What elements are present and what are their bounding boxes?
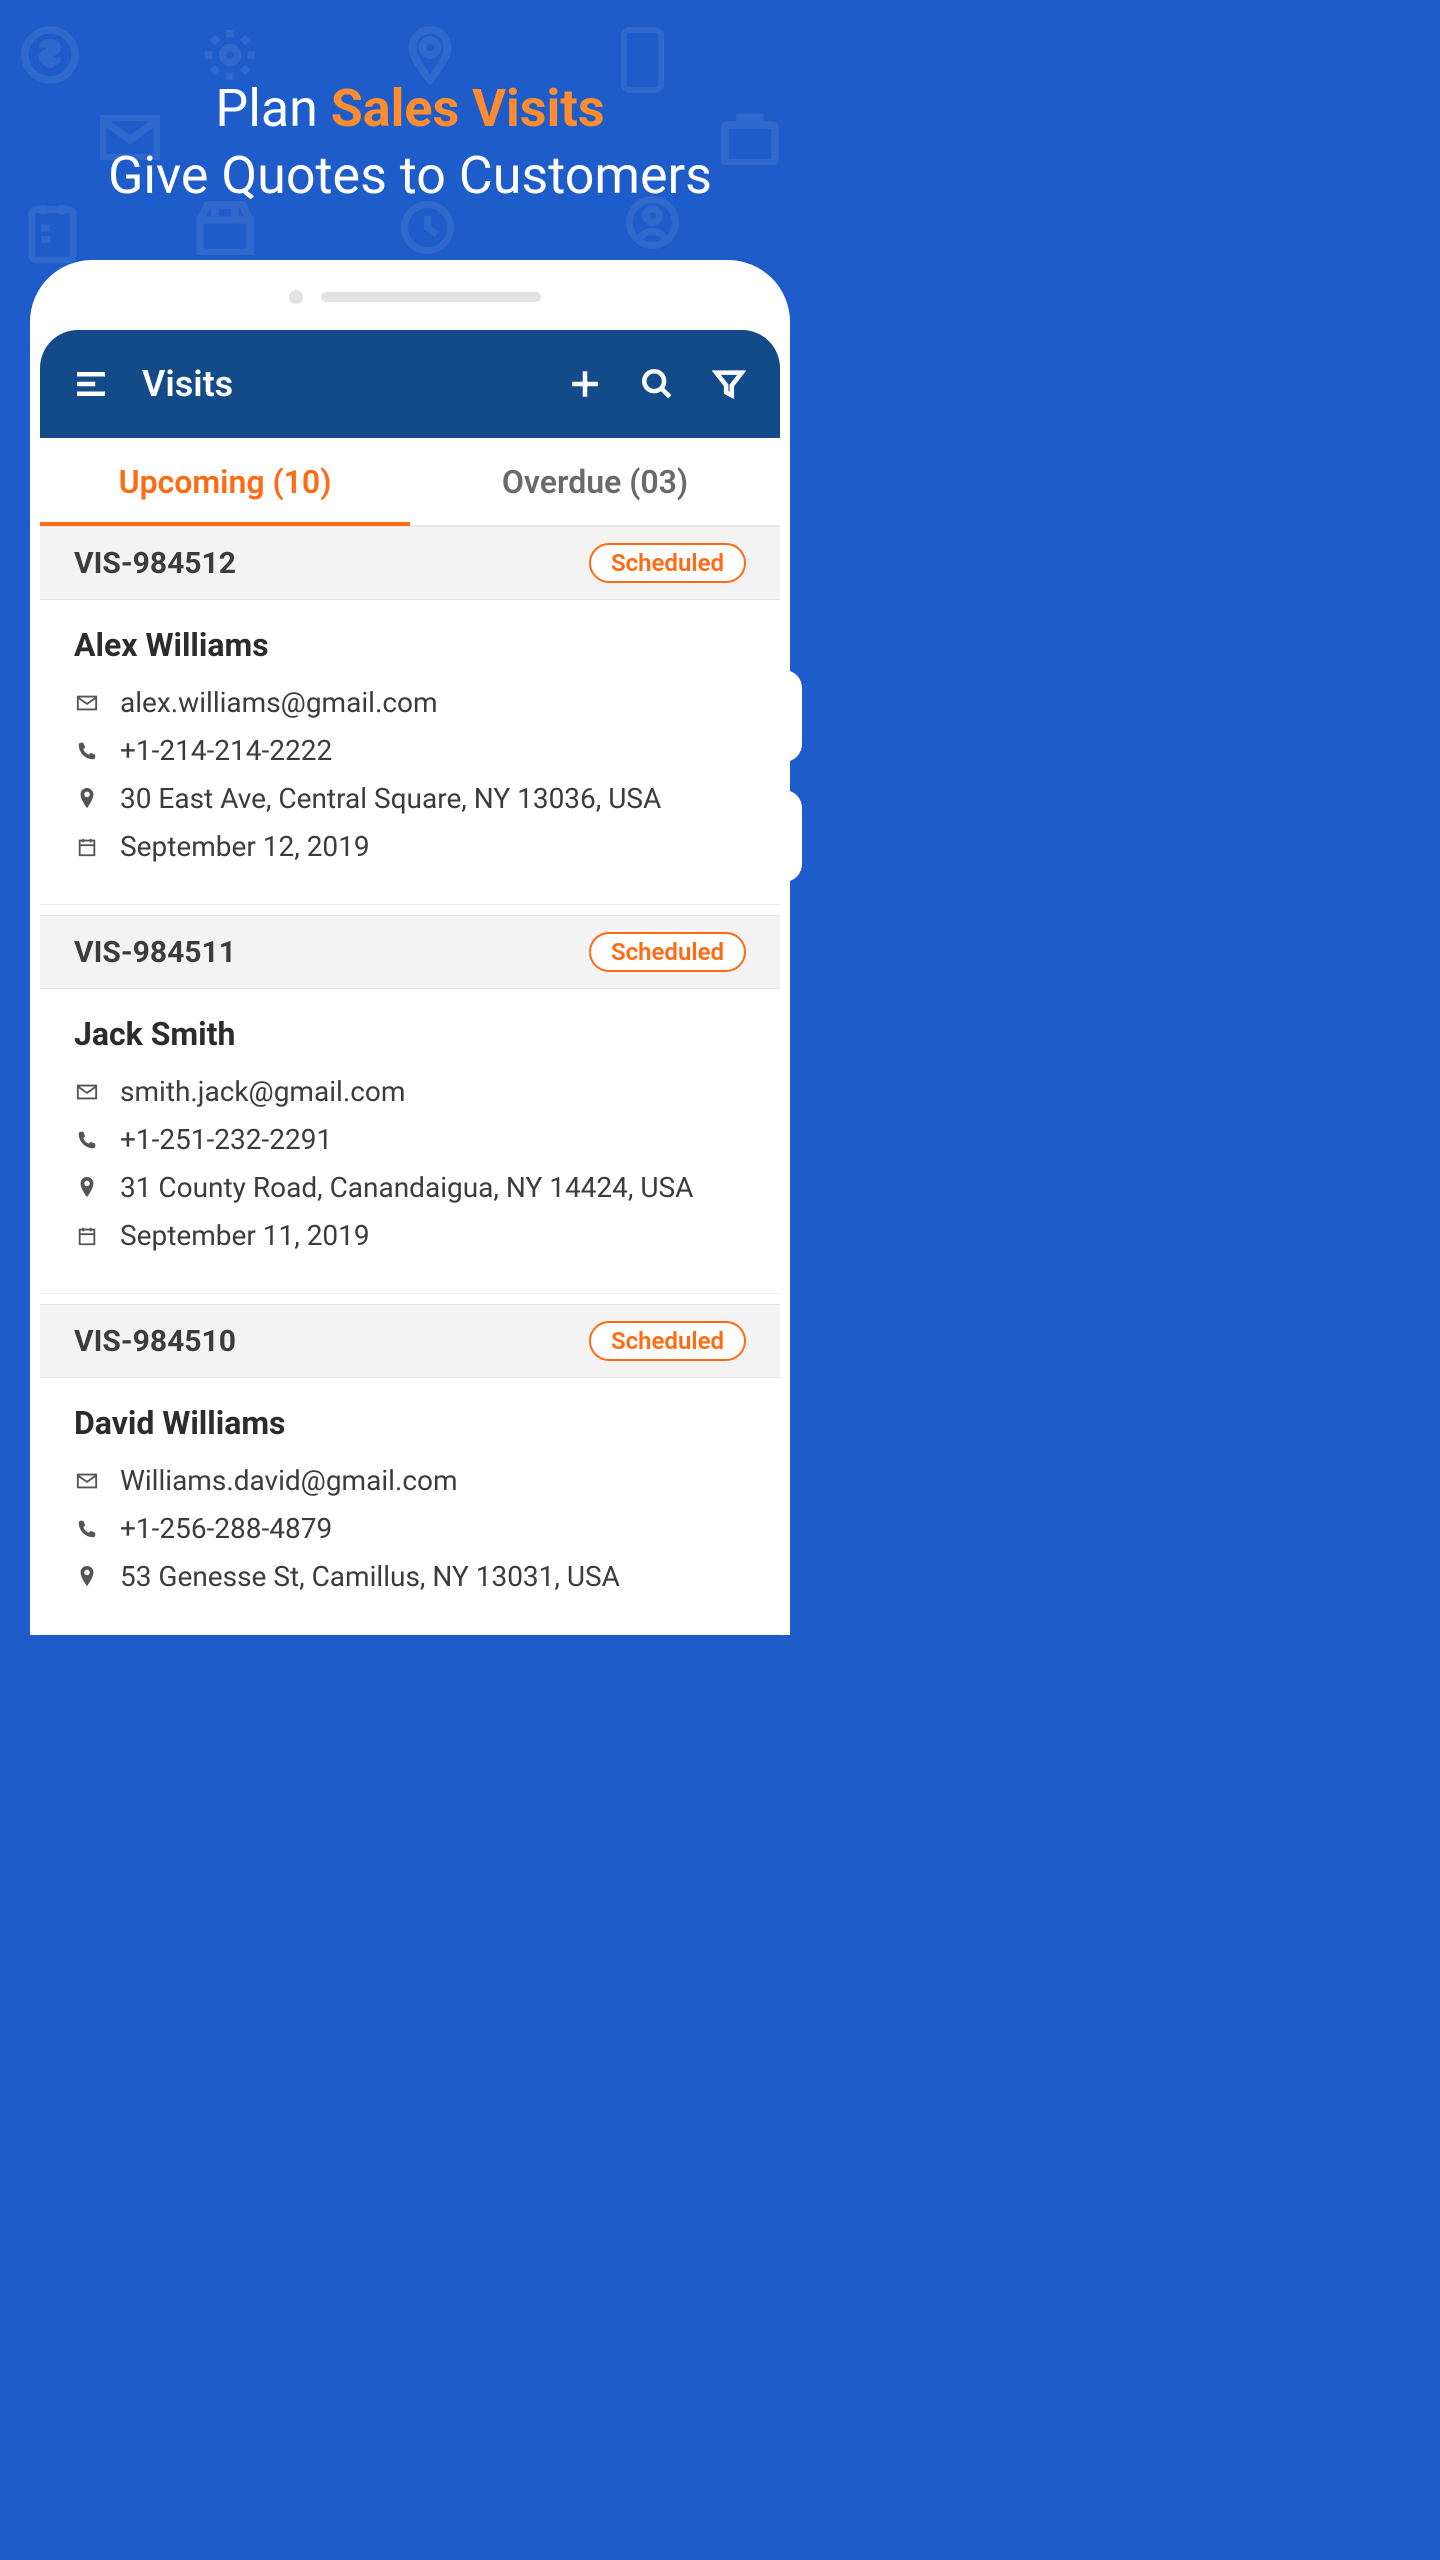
visit-card[interactable]: David Williams Williams.david@gmail.com …: [40, 1378, 780, 1635]
headline-accent: Sales Visits: [331, 78, 605, 139]
email-icon: [74, 1083, 100, 1101]
phone-side-tab: [774, 670, 802, 762]
email-icon: [74, 1472, 100, 1490]
visit-card[interactable]: Alex Williams alex.williams@gmail.com +1…: [40, 600, 780, 905]
visit-email: alex.williams@gmail.com: [120, 682, 746, 724]
visit-email: Williams.david@gmail.com: [120, 1460, 746, 1502]
calendar-icon: [74, 1225, 100, 1247]
visit-id: VIS-984512: [74, 546, 236, 581]
phone-icon: [74, 1518, 100, 1540]
visit-phone: +1-214-214-2222: [120, 730, 746, 772]
phone-speaker: [40, 290, 780, 304]
visit-name: Jack Smith: [74, 1015, 746, 1053]
visit-email: smith.jack@gmail.com: [120, 1071, 746, 1113]
visit-address: 53 Genesse St, Camillus, NY 13031, USA: [120, 1556, 746, 1598]
visit-phone: +1-251-232-2291: [120, 1119, 746, 1161]
visit-date: September 12, 2019: [120, 826, 746, 868]
status-badge: Scheduled: [589, 1321, 746, 1361]
status-badge: Scheduled: [589, 932, 746, 972]
search-icon[interactable]: [634, 361, 680, 407]
phone-frame: Visits Upcoming (10) Overdue (03) VIS-98…: [30, 260, 790, 1635]
visit-address: 30 East Ave, Central Square, NY 13036, U…: [120, 778, 746, 820]
status-badge: Scheduled: [589, 543, 746, 583]
phone-side-tab: [774, 790, 802, 882]
tabs: Upcoming (10) Overdue (03): [40, 438, 780, 526]
visit-name: Alex Williams: [74, 626, 746, 664]
visit-id: VIS-984511: [74, 935, 236, 970]
visit-phone: +1-256-288-4879: [120, 1508, 746, 1550]
visit-card[interactable]: Jack Smith smith.jack@gmail.com +1-251-2…: [40, 989, 780, 1294]
add-icon[interactable]: [562, 361, 608, 407]
filter-icon[interactable]: [706, 361, 752, 407]
visit-name: David Williams: [74, 1404, 746, 1442]
visit-id: VIS-984510: [74, 1324, 236, 1359]
calendar-icon: [74, 836, 100, 858]
visit-group: VIS-984511 Scheduled Jack Smith smith.ja…: [40, 915, 780, 1294]
visit-group: VIS-984510 Scheduled David Williams Will…: [40, 1304, 780, 1635]
phone-icon: [74, 740, 100, 762]
location-icon: [74, 1175, 100, 1201]
phone-icon: [74, 1129, 100, 1151]
visit-address: 31 County Road, Canandaigua, NY 14424, U…: [120, 1167, 746, 1209]
location-icon: [74, 1564, 100, 1590]
location-icon: [74, 786, 100, 812]
headline-plan: Plan: [215, 78, 317, 139]
tab-upcoming[interactable]: Upcoming (10): [40, 438, 410, 525]
visit-group: VIS-984512 Scheduled Alex Williams alex.…: [40, 526, 780, 905]
menu-icon[interactable]: [68, 361, 114, 407]
visit-date: September 11, 2019: [120, 1215, 746, 1257]
page-title: Visits: [142, 363, 233, 405]
marketing-headline: Plan Sales Visits Give Quotes to Custome…: [0, 0, 820, 246]
tab-overdue[interactable]: Overdue (03): [410, 438, 780, 525]
email-icon: [74, 694, 100, 712]
app-header: Visits: [40, 330, 780, 438]
app-viewport: Visits Upcoming (10) Overdue (03) VIS-98…: [40, 330, 780, 1635]
headline-subtitle: Give Quotes to Customers: [0, 145, 820, 206]
